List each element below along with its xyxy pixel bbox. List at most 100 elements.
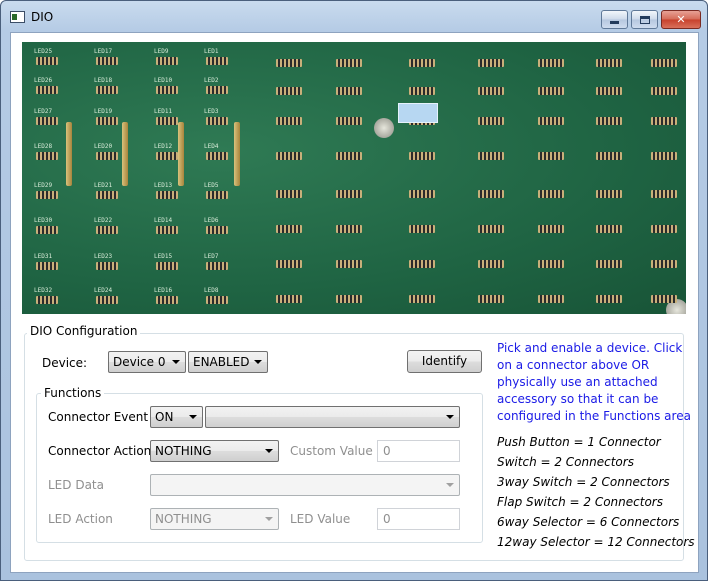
input-connector[interactable] (538, 87, 564, 95)
input-connector[interactable] (276, 295, 302, 303)
led-connector[interactable] (156, 296, 178, 304)
led-connector[interactable] (156, 117, 178, 125)
title-bar[interactable]: DIO ✕ (1, 1, 707, 31)
input-connector[interactable] (596, 59, 622, 67)
input-connector[interactable] (596, 117, 622, 125)
input-connector[interactable] (651, 59, 677, 67)
input-connector[interactable] (538, 225, 564, 233)
input-connector[interactable] (538, 152, 564, 160)
input-connector[interactable] (651, 87, 677, 95)
input-connector[interactable] (409, 260, 435, 268)
input-connector[interactable] (276, 117, 302, 125)
input-connector[interactable] (478, 117, 504, 125)
led-connector[interactable] (36, 296, 58, 304)
led-connector[interactable] (96, 262, 118, 270)
input-connector[interactable] (276, 59, 302, 67)
input-connector[interactable] (409, 190, 435, 198)
input-connector[interactable] (336, 87, 362, 95)
device-state-select[interactable]: ENABLED (188, 351, 268, 373)
led-data-select[interactable] (150, 474, 460, 496)
input-connector[interactable] (596, 260, 622, 268)
led-connector[interactable] (36, 226, 58, 234)
input-connector[interactable] (538, 260, 564, 268)
led-connector[interactable] (156, 226, 178, 234)
input-connector[interactable] (478, 225, 504, 233)
led-connector[interactable] (206, 226, 228, 234)
input-connector[interactable] (336, 295, 362, 303)
led-connector[interactable] (156, 86, 178, 94)
custom-value-input[interactable]: 0 (377, 440, 460, 462)
connector-action-select[interactable]: NOTHING (150, 440, 279, 462)
maximize-button[interactable] (631, 10, 658, 29)
input-connector[interactable] (651, 152, 677, 160)
input-connector[interactable] (596, 225, 622, 233)
input-connector[interactable] (538, 59, 564, 67)
connector-event-detail-select[interactable] (205, 406, 460, 428)
input-connector[interactable] (478, 295, 504, 303)
input-connector[interactable] (478, 87, 504, 95)
input-connector[interactable] (651, 117, 677, 125)
input-connector[interactable] (276, 87, 302, 95)
input-connector[interactable] (336, 59, 362, 67)
input-connector[interactable] (409, 295, 435, 303)
input-connector[interactable] (538, 117, 564, 125)
input-connector[interactable] (651, 295, 677, 303)
led-connector[interactable] (36, 152, 58, 160)
input-connector[interactable] (651, 260, 677, 268)
led-connector[interactable] (96, 152, 118, 160)
led-connector[interactable] (96, 117, 118, 125)
input-connector[interactable] (478, 260, 504, 268)
led-connector[interactable] (206, 57, 228, 65)
input-connector[interactable] (596, 87, 622, 95)
led-connector[interactable] (36, 117, 58, 125)
led-action-select[interactable]: NOTHING (150, 508, 279, 530)
input-connector[interactable] (336, 225, 362, 233)
led-connector[interactable] (156, 191, 178, 199)
led-connector[interactable] (156, 262, 178, 270)
dio-board-image[interactable]: LED25 LED26 LED27 LED28 LED29 LED30 LED31 LED32… (22, 42, 686, 314)
input-connector[interactable] (276, 225, 302, 233)
input-connector[interactable] (276, 152, 302, 160)
led-connector[interactable] (206, 117, 228, 125)
input-connector[interactable] (409, 87, 435, 95)
input-connector[interactable] (478, 152, 504, 160)
input-connector[interactable] (409, 152, 435, 160)
led-connector[interactable] (206, 86, 228, 94)
input-connector[interactable] (478, 59, 504, 67)
led-connector[interactable] (36, 262, 58, 270)
input-connector[interactable] (409, 225, 435, 233)
led-connector[interactable] (206, 262, 228, 270)
input-connector[interactable] (596, 190, 622, 198)
led-connector[interactable] (206, 191, 228, 199)
input-connector[interactable] (478, 190, 504, 198)
input-connector[interactable] (538, 295, 564, 303)
input-connector[interactable] (651, 190, 677, 198)
input-connector[interactable] (596, 152, 622, 160)
device-select[interactable]: Device 0 (108, 351, 186, 373)
input-connector[interactable] (651, 225, 677, 233)
input-connector[interactable] (276, 190, 302, 198)
connector-event-select[interactable]: ON (150, 406, 203, 428)
input-connector[interactable] (596, 295, 622, 303)
led-connector[interactable] (96, 226, 118, 234)
led-connector[interactable] (96, 86, 118, 94)
led-connector[interactable] (156, 152, 178, 160)
input-connector[interactable] (409, 59, 435, 67)
led-value-input[interactable]: 0 (377, 508, 460, 530)
selected-connector-highlight[interactable] (398, 103, 438, 123)
input-connector[interactable] (336, 117, 362, 125)
led-connector[interactable] (96, 191, 118, 199)
input-connector[interactable] (276, 260, 302, 268)
led-connector[interactable] (156, 57, 178, 65)
input-connector[interactable] (336, 152, 362, 160)
led-connector[interactable] (206, 296, 228, 304)
identify-button[interactable]: Identify (407, 350, 482, 373)
close-button[interactable]: ✕ (661, 10, 701, 29)
input-connector[interactable] (336, 260, 362, 268)
led-connector[interactable] (36, 86, 58, 94)
input-connector[interactable] (336, 190, 362, 198)
led-connector[interactable] (36, 191, 58, 199)
led-connector[interactable] (36, 57, 58, 65)
led-connector[interactable] (96, 296, 118, 304)
led-connector[interactable] (206, 152, 228, 160)
